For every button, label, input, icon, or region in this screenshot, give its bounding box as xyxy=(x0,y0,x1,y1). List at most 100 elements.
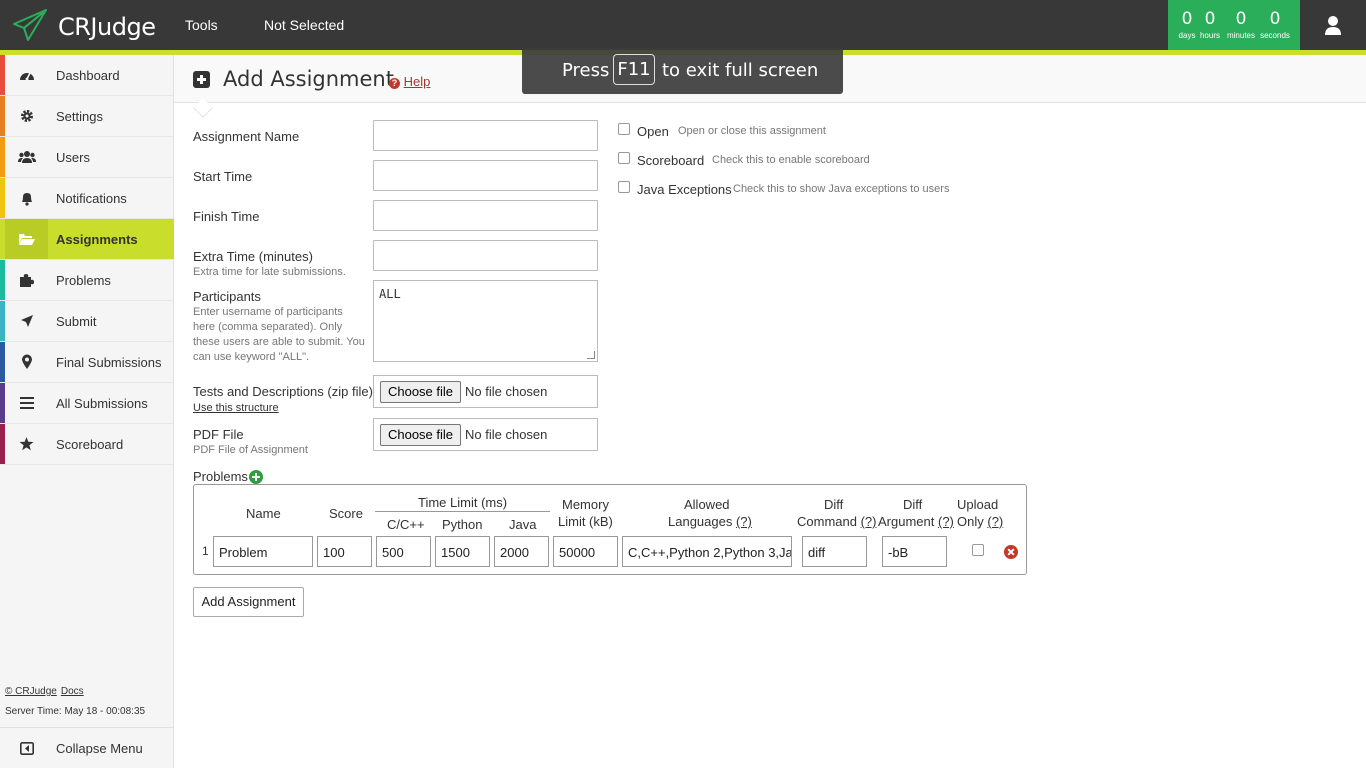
add-problem-icon[interactable] xyxy=(249,470,263,484)
finish-time-label: Finish Time xyxy=(193,209,260,224)
sidebar-item-label: Submit xyxy=(56,314,97,329)
finish-time-input[interactable] xyxy=(373,200,598,231)
problem-languages-input[interactable]: C,C++,Python 2,Python 3,Java xyxy=(622,536,792,567)
diff-command-help-link[interactable]: (?) xyxy=(861,514,877,529)
sidebar-item-label: Notifications xyxy=(56,191,127,206)
problem-score-input[interactable]: 100 xyxy=(317,536,372,567)
timer-seconds: 0 seconds xyxy=(1260,9,1290,40)
sidebar-item-notifications[interactable]: Notifications xyxy=(0,178,174,219)
start-time-label: Start Time xyxy=(193,169,253,184)
java-exceptions-checkbox[interactable] xyxy=(618,181,630,193)
sidebar-item-label: Assignments xyxy=(56,232,138,247)
tests-file-status: No file chosen xyxy=(465,384,548,399)
problem-python-limit-input[interactable]: 1500 xyxy=(435,536,490,567)
timer-hours: 0 hours xyxy=(1199,9,1220,40)
col-header-diff-argument: Diff xyxy=(903,497,923,512)
col-header-name: Name xyxy=(246,506,281,521)
assignment-name-input[interactable] xyxy=(373,120,598,151)
toast-message: to exit full screen xyxy=(662,60,819,81)
upload-help-link[interactable]: (?) xyxy=(987,514,1003,529)
start-time-input[interactable] xyxy=(373,160,598,191)
header-pointer xyxy=(193,98,213,118)
sidebar-item-settings[interactable]: Settings xyxy=(0,96,174,137)
participants-hint-line: Enter username of participants xyxy=(193,306,343,318)
time-limit-divider xyxy=(375,511,550,512)
problem-memory-input[interactable]: 50000 xyxy=(553,536,618,567)
dashboard-icon xyxy=(5,55,48,95)
col-header-languages: Allowed xyxy=(684,497,730,512)
scoreboard-checkbox[interactable] xyxy=(618,152,630,164)
help-link[interactable]: ? Help xyxy=(389,74,430,89)
col-header-java: Java xyxy=(509,517,537,532)
paper-plane-icon xyxy=(13,9,47,41)
problem-c-limit-input[interactable]: 500 xyxy=(376,536,431,567)
tests-choose-file-button[interactable]: Choose file xyxy=(380,381,461,403)
folder-open-icon xyxy=(5,219,48,259)
brand-name: CRJudge xyxy=(58,13,156,41)
problem-diff-command-input[interactable]: diff xyxy=(802,536,867,567)
map-marker-icon xyxy=(5,342,48,382)
sidebar-item-problems[interactable]: Problems xyxy=(0,260,174,301)
sidebar-item-label: Final Submissions xyxy=(56,355,162,370)
open-checkbox[interactable] xyxy=(618,123,630,135)
countdown-timer: 0 days 0 hours 0 minutes 0 seconds xyxy=(1168,0,1300,50)
col-header-score: Score xyxy=(329,506,363,521)
row-number: 1 xyxy=(202,544,209,558)
collapse-menu-button[interactable]: Collapse Menu xyxy=(0,727,173,768)
brand-logo[interactable]: CRJudge xyxy=(12,7,162,43)
tests-file-input[interactable]: Choose file No file chosen xyxy=(373,375,598,408)
sidebar: Dashboard Settings Users Notifications A… xyxy=(0,55,174,768)
user-menu-button[interactable] xyxy=(1316,14,1350,38)
fullscreen-toast: Press F11 to exit full screen xyxy=(522,48,843,94)
top-navbar: CRJudge Tools Not Selected 0 days 0 hour… xyxy=(0,0,1366,50)
col-header-time-limit: Time Limit (ms) xyxy=(418,495,508,510)
participants-hint-line: can use keyword "ALL". xyxy=(193,351,310,363)
diff-argument-help-link[interactable]: (?) xyxy=(938,514,954,529)
participants-textarea[interactable]: ALL xyxy=(373,280,598,362)
pdf-file-input[interactable]: Choose file No file chosen xyxy=(373,418,598,451)
col-header-languages-2: Languages (?) xyxy=(668,514,752,529)
page-title: Add Assignment xyxy=(223,67,394,91)
col-header-python: Python xyxy=(442,517,483,532)
use-this-structure-link[interactable]: Use this structure xyxy=(193,401,279,416)
participants-label: Participants xyxy=(193,289,261,304)
languages-help-link[interactable]: (?) xyxy=(736,514,752,529)
upload-only-checkbox[interactable] xyxy=(972,544,984,556)
sidebar-item-assignments[interactable]: Assignments xyxy=(0,219,174,260)
star-icon xyxy=(5,424,48,464)
nav-tools[interactable]: Tools xyxy=(185,17,218,33)
extra-time-input[interactable] xyxy=(373,240,598,271)
sidebar-item-submit[interactable]: Submit xyxy=(0,301,174,342)
col-header-memory: Memory xyxy=(562,497,609,512)
scoreboard-hint: Check this to enable scoreboard xyxy=(712,154,870,166)
sidebar-item-all-submissions[interactable]: All Submissions xyxy=(0,383,174,424)
sidebar-item-scoreboard[interactable]: Scoreboard xyxy=(0,424,174,465)
assignment-name-label: Assignment Name xyxy=(193,129,300,144)
problem-java-limit-input[interactable]: 2000 xyxy=(494,536,549,567)
docs-link[interactable]: Docs xyxy=(61,686,84,697)
sidebar-item-dashboard[interactable]: Dashboard xyxy=(0,55,174,96)
user-icon xyxy=(1325,16,1341,35)
java-exceptions-label: Java Exceptions xyxy=(637,182,732,197)
open-hint: Open or close this assignment xyxy=(678,125,826,137)
remove-problem-icon[interactable] xyxy=(1004,545,1018,559)
resize-handle[interactable] xyxy=(587,351,595,359)
problem-diff-argument-input[interactable]: -bB xyxy=(882,536,947,567)
participants-hint-line: these users are able to submit. You xyxy=(193,336,365,348)
collapse-menu-label: Collapse Menu xyxy=(56,741,143,756)
sidebar-item-label: Dashboard xyxy=(56,68,120,83)
problem-name-input[interactable]: Problem xyxy=(213,536,313,567)
nav-selected-assignment[interactable]: Not Selected xyxy=(264,17,344,33)
col-header-upload: Upload xyxy=(957,497,999,512)
sidebar-item-users[interactable]: Users xyxy=(0,137,174,178)
extra-time-label: Extra Time (minutes) xyxy=(193,249,313,264)
participants-value: ALL xyxy=(379,287,401,301)
send-icon xyxy=(5,301,48,341)
col-header-diff-argument-2: Argument (?) xyxy=(878,514,954,529)
sidebar-item-label: Scoreboard xyxy=(56,437,124,452)
add-assignment-button[interactable]: Add Assignment xyxy=(193,587,304,617)
sidebar-item-final-submissions[interactable]: Final Submissions xyxy=(0,342,174,383)
sidebar-item-label: Users xyxy=(56,150,90,165)
copyright-link[interactable]: © CRJudge xyxy=(5,686,57,697)
pdf-choose-file-button[interactable]: Choose file xyxy=(380,424,461,446)
